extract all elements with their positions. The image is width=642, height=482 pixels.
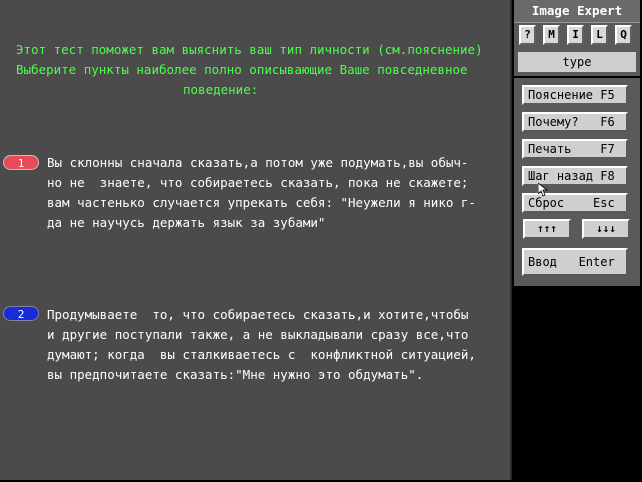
intro-line-2: Выберите пункты наиболее полно описывающ…	[16, 62, 468, 77]
question-2-line-2[interactable]: и другие поступали также, а не выкладыва…	[47, 325, 507, 345]
q-button[interactable]: Q	[615, 25, 632, 45]
question-1-line-3[interactable]: вам частенько случается упрекать себя: "…	[47, 193, 507, 213]
explanation-button[interactable]: Пояснение F5	[522, 85, 628, 105]
why-button[interactable]: Почему? F6	[522, 112, 628, 132]
app-title: Image Expert	[514, 0, 640, 23]
question-2-line-4[interactable]: вы предпочитаете сказать:"Мне нужно это …	[47, 365, 507, 385]
type-label: type	[518, 52, 636, 72]
question-2-line-1[interactable]: Продумываете то, что собираетесь сказать…	[47, 305, 507, 325]
mouse-cursor-icon	[538, 183, 548, 197]
scroll-up-button[interactable]: ↑↑↑	[523, 219, 571, 239]
question-2-badge[interactable]: 2	[3, 306, 39, 321]
main-panel: Этот тест поможет вам выяснить ваш тип л…	[0, 0, 512, 480]
m-button[interactable]: M	[543, 25, 560, 45]
scroll-down-button[interactable]: ↓↓↓	[582, 219, 630, 239]
question-2-line-3[interactable]: думают; когда вы сталкиваетесь с конфлик…	[47, 345, 507, 365]
question-1-line-2[interactable]: но не знаете, что собираетесь сказать, п…	[47, 173, 507, 193]
print-button[interactable]: Печать F7	[522, 139, 628, 159]
intro-line-1: Этот тест поможет вам выяснить ваш тип л…	[16, 42, 483, 57]
sidebar: Image Expert ? M I L Q type Пояснение F5…	[514, 0, 642, 482]
question-1-badge[interactable]: 1	[3, 155, 39, 170]
help-button[interactable]: ?	[519, 25, 536, 45]
question-1-line-4[interactable]: да не научусь держать язык за зубами"	[47, 213, 507, 233]
i-button[interactable]: I	[567, 25, 584, 45]
question-1-line-1[interactable]: Вы склонны сначала сказать,а потом уже п…	[47, 153, 507, 173]
enter-button[interactable]: Ввод Enter	[522, 248, 628, 276]
l-button[interactable]: L	[591, 25, 608, 45]
intro-line-3: поведение:	[183, 82, 259, 97]
